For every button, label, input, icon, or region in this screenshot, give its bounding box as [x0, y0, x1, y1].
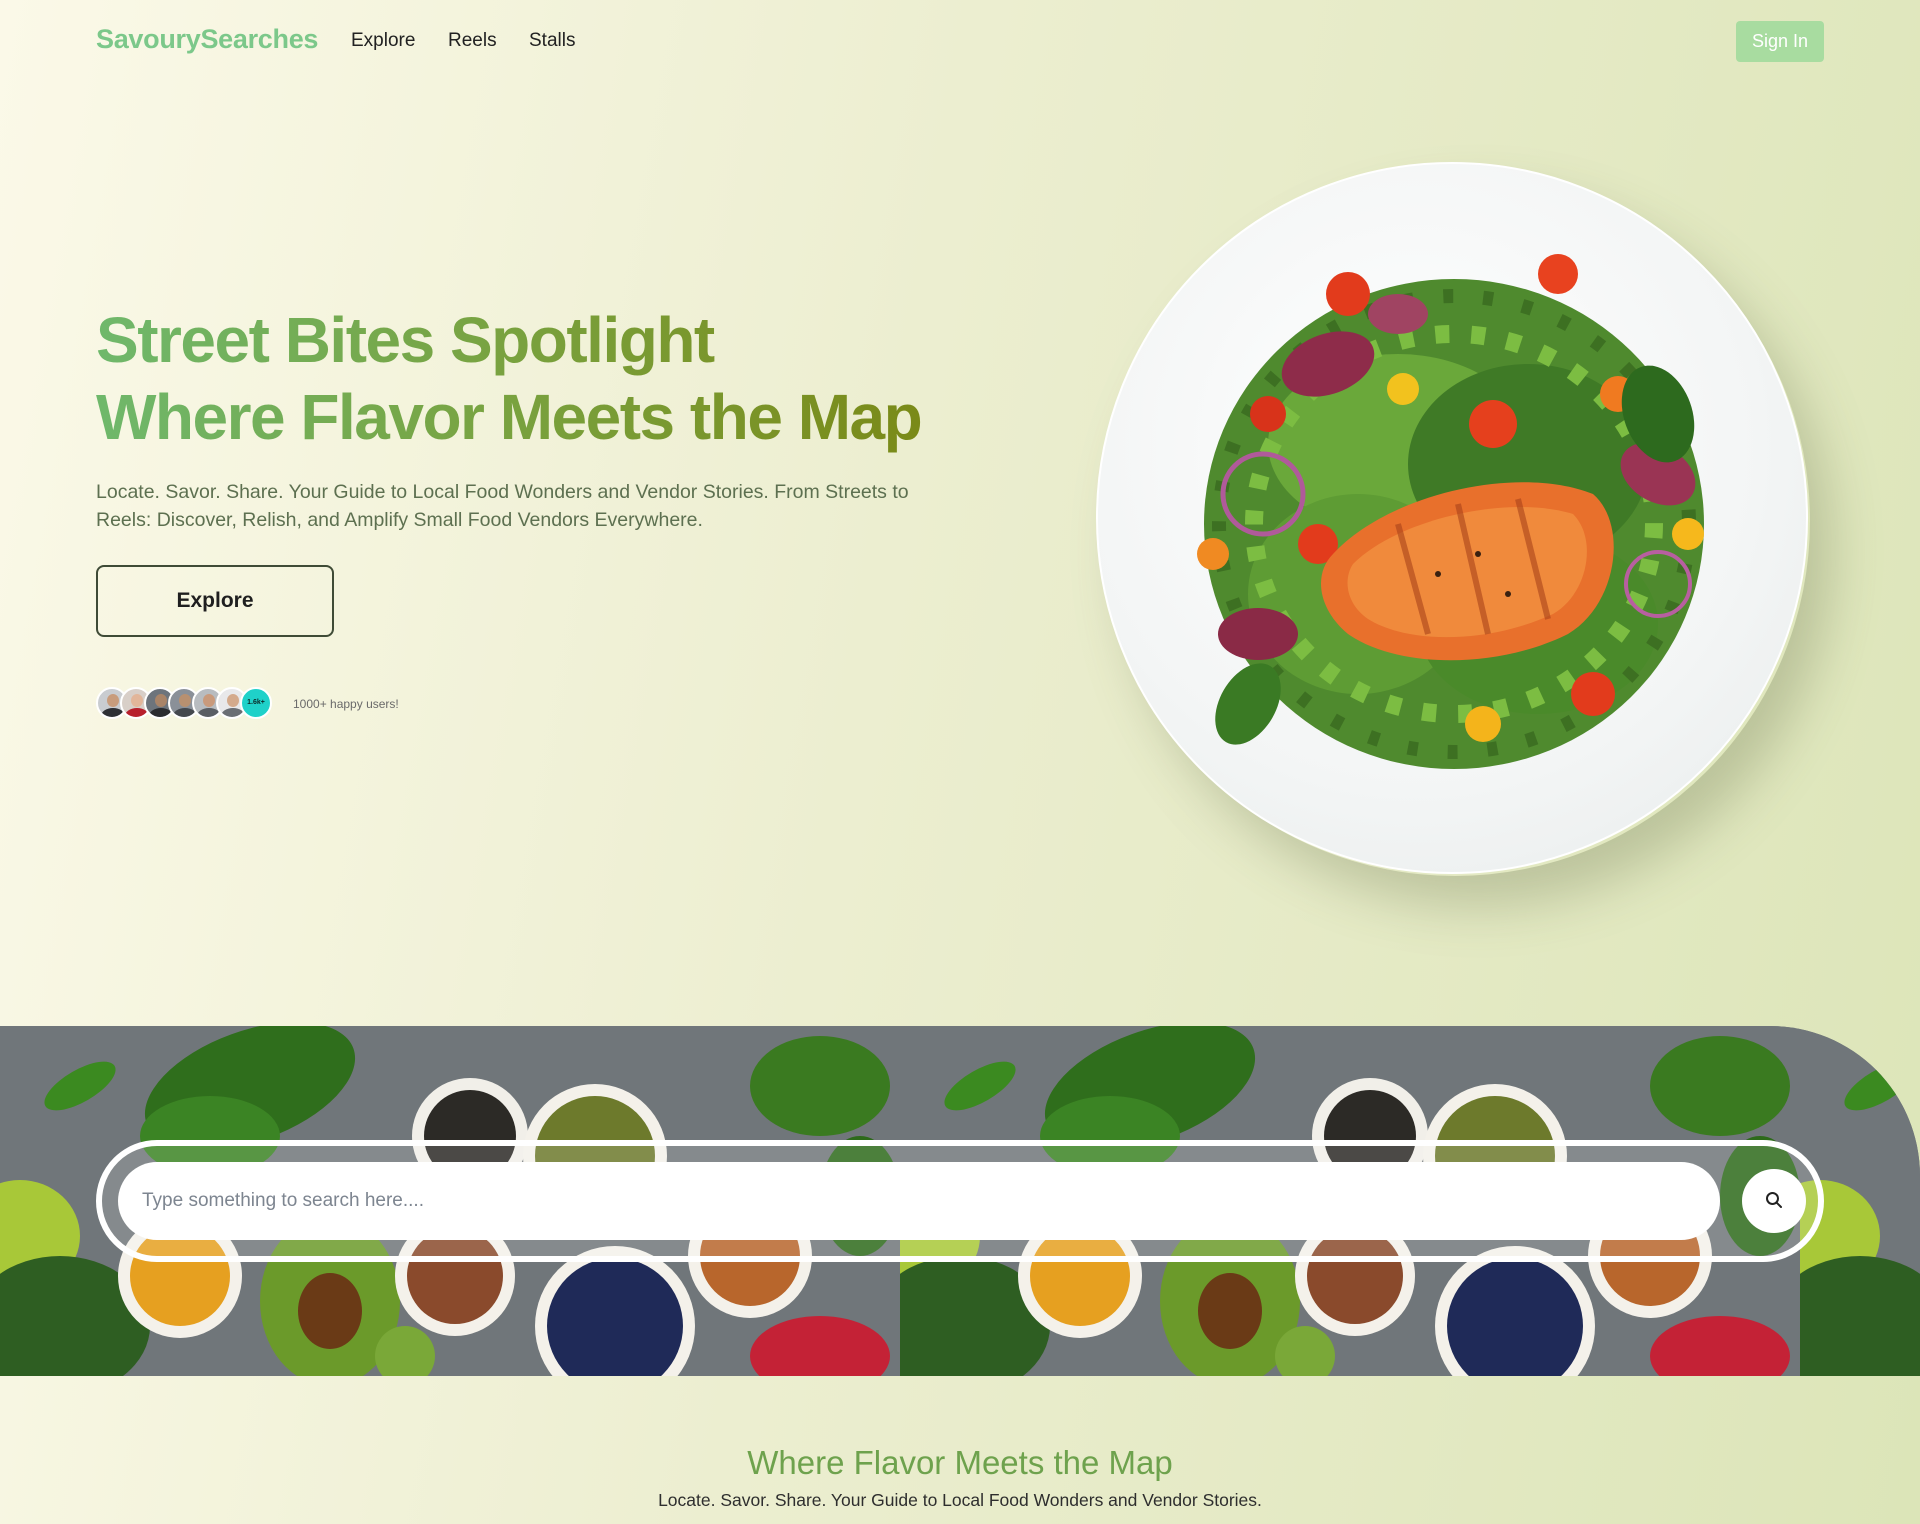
hero-title: Street Bites Spotlight Where Flavor Meet…: [96, 302, 921, 456]
nav-link-explore[interactable]: Explore: [351, 30, 415, 52]
site-logo[interactable]: SavourySearches: [96, 24, 318, 55]
salmon-salad-plate-image: [1096, 162, 1808, 874]
user-count-badge: 1.6k+: [240, 687, 272, 719]
hero-title-line-1: Street Bites Spotlight: [96, 304, 714, 376]
explore-button[interactable]: Explore: [96, 565, 334, 637]
top-navbar: SavourySearches Explore Reels Stalls Sig…: [0, 0, 1920, 84]
nav-link-stalls[interactable]: Stalls: [529, 30, 575, 52]
search-input[interactable]: [118, 1162, 1720, 1240]
section-title: Where Flavor Meets the Map: [747, 1444, 1173, 1481]
search-button[interactable]: [1742, 1169, 1806, 1233]
nav-link-reels[interactable]: Reels: [448, 30, 497, 52]
happy-users-text: 1000+ happy users!: [293, 697, 399, 711]
salad-illustration: [1197, 254, 1704, 769]
section-subtitle: Locate. Savor. Share. Your Guide to Loca…: [658, 1490, 1262, 1510]
hero-title-line-2: Where Flavor Meets the Map: [96, 381, 922, 453]
hero-subtitle: Locate. Savor. Share. Your Guide to Loca…: [96, 481, 909, 531]
search-icon: [1765, 1191, 1783, 1212]
sign-in-button[interactable]: Sign In: [1736, 21, 1824, 62]
